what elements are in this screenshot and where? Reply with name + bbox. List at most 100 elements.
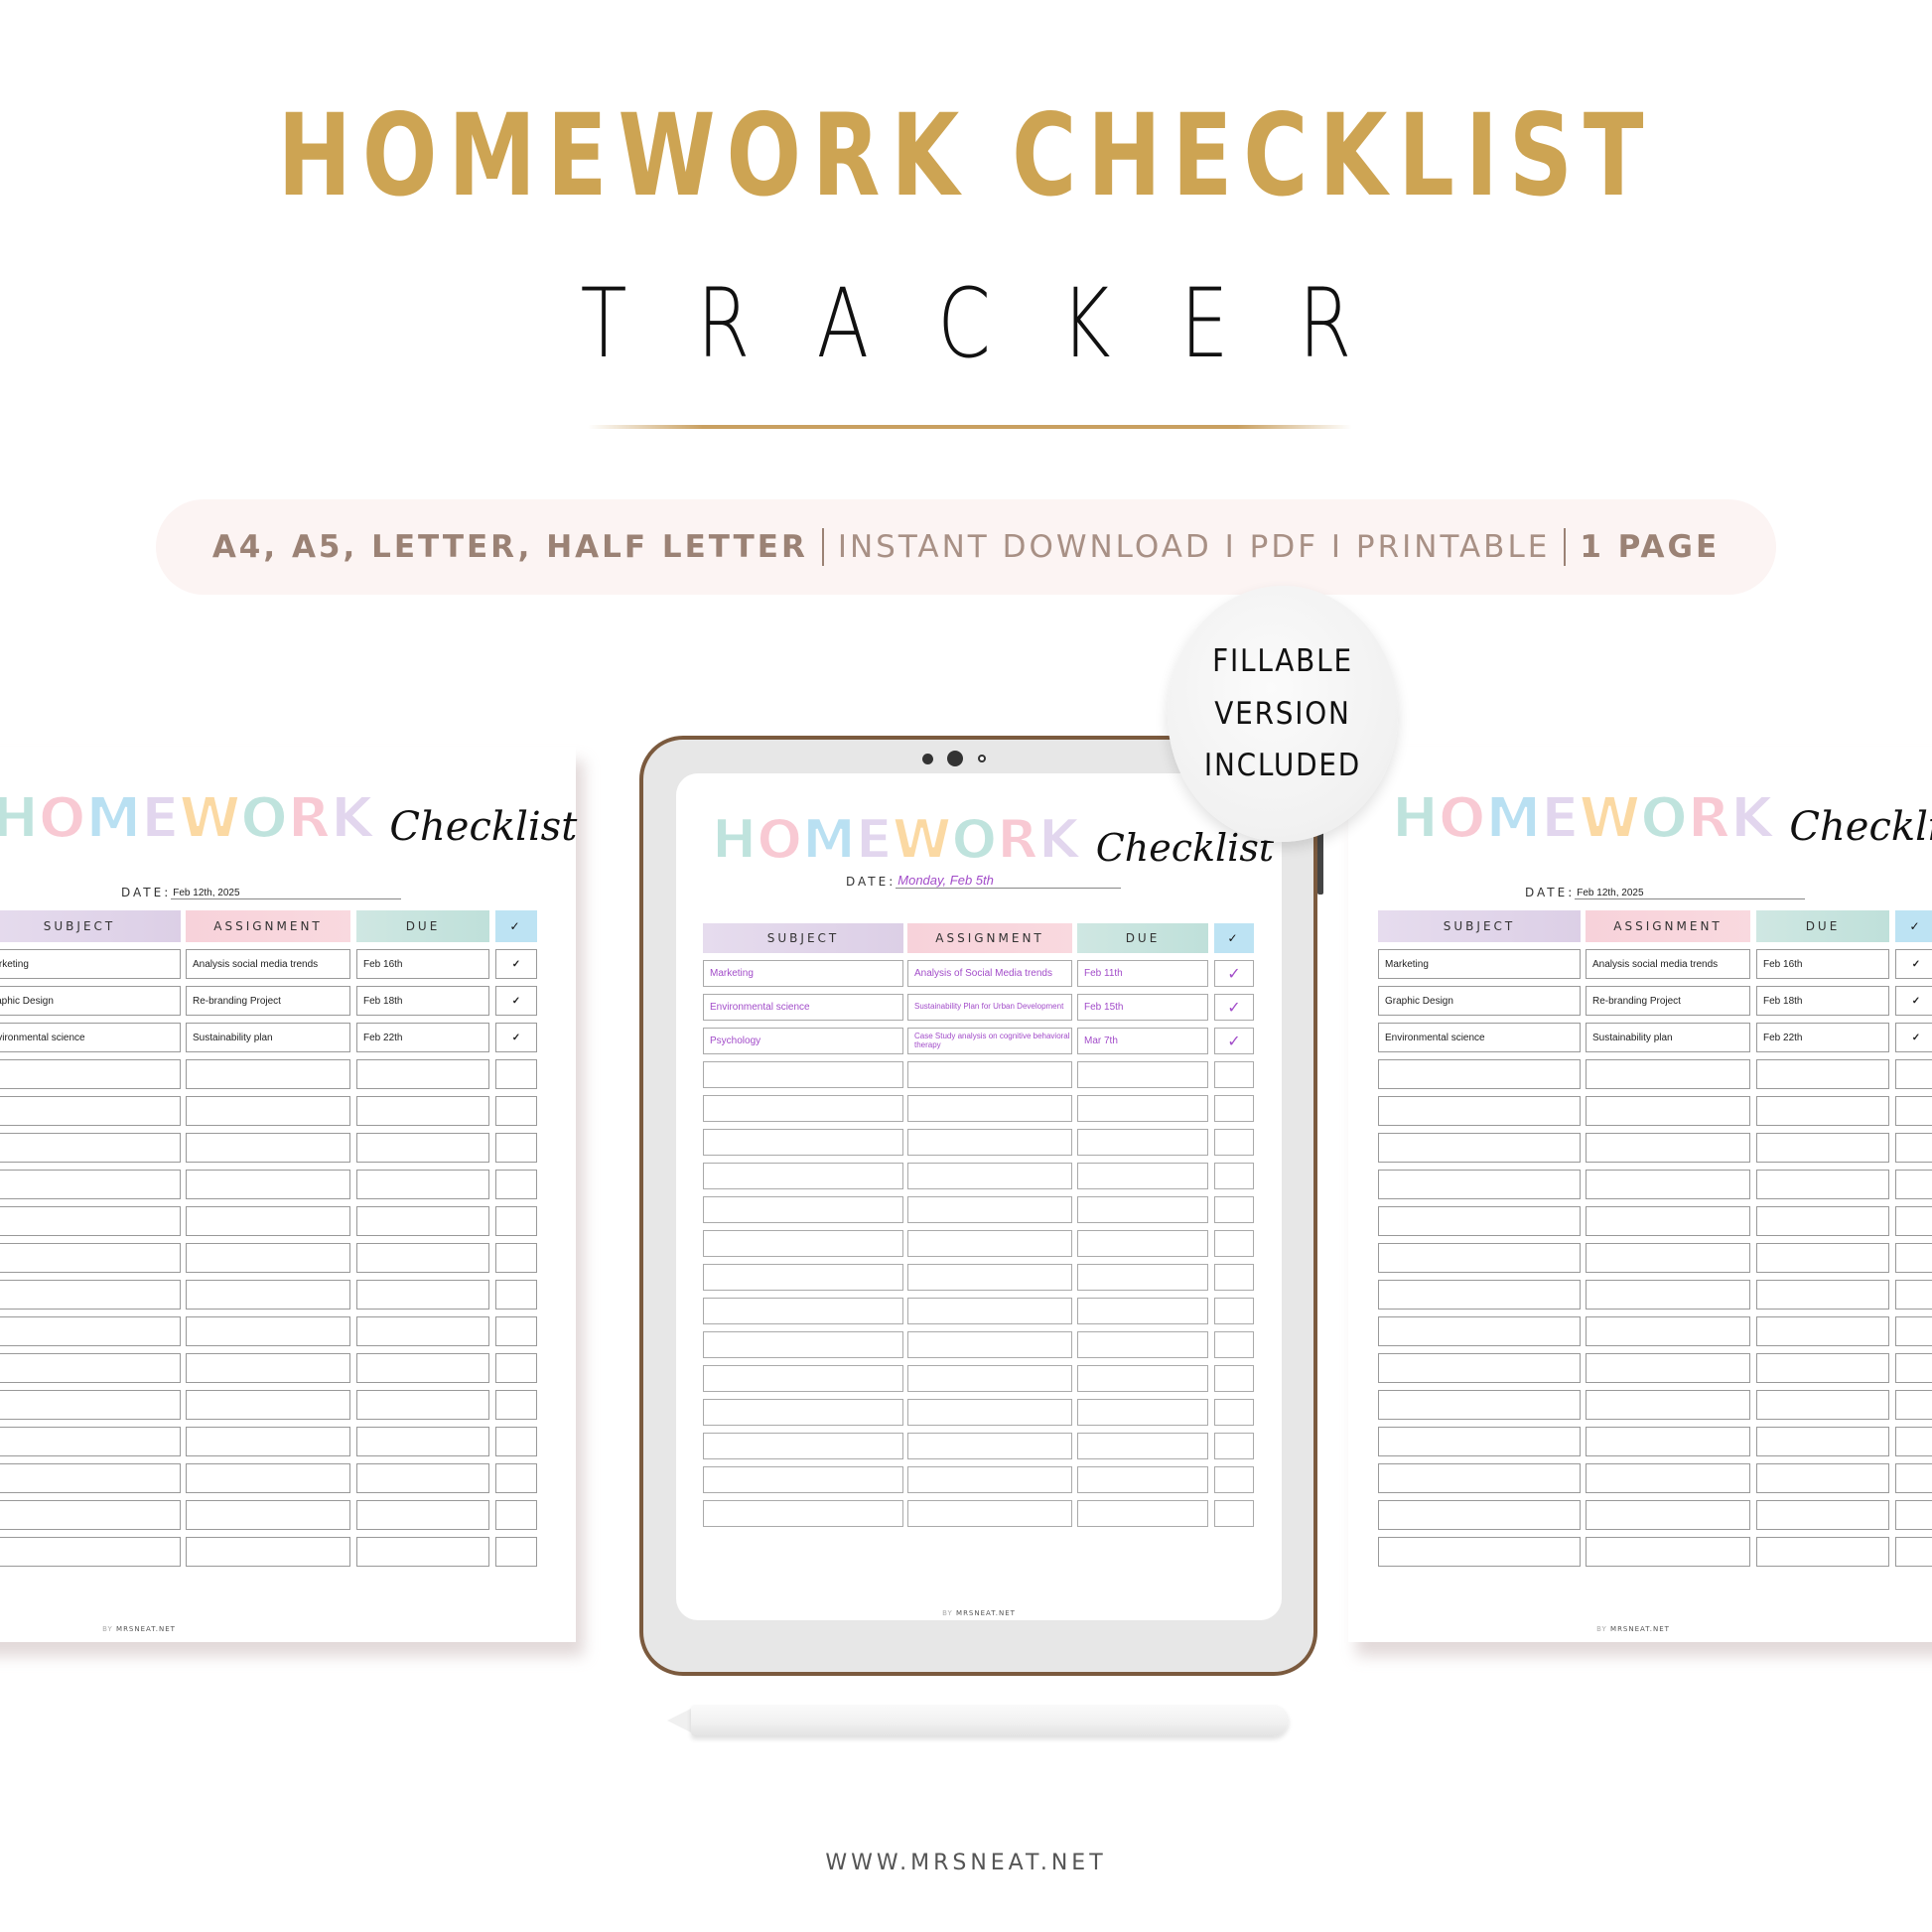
table-row: MarketingAnalysis social media trendsFeb… <box>0 949 537 979</box>
assignment-cell[interactable] <box>907 1061 1072 1088</box>
due-cell[interactable] <box>1077 1365 1208 1392</box>
assignment-cell[interactable] <box>907 1230 1072 1257</box>
assignment-cell[interactable] <box>907 1163 1072 1189</box>
assignment-cell[interactable] <box>907 1196 1072 1223</box>
heading-letter: O <box>756 808 803 871</box>
checkbox[interactable]: ✓ <box>1214 960 1254 987</box>
assignment-cell[interactable] <box>907 1399 1072 1426</box>
table-row <box>0 1170 537 1199</box>
checkbox <box>1895 1463 1932 1493</box>
checkbox[interactable] <box>1214 1230 1254 1257</box>
checkbox <box>1895 1059 1932 1089</box>
assignment-cell[interactable] <box>907 1466 1072 1493</box>
due-cell[interactable] <box>1077 1264 1208 1291</box>
checkbox[interactable] <box>1214 1298 1254 1324</box>
checkbox <box>495 1463 537 1493</box>
subject-cell[interactable] <box>703 1365 903 1392</box>
table-header: SUBJECT ASSIGNMENT DUE ✓ <box>1378 910 1932 942</box>
assignment-cell[interactable] <box>907 1331 1072 1358</box>
assignment-cell[interactable] <box>907 1500 1072 1527</box>
due-cell <box>1756 1353 1889 1383</box>
due-cell[interactable] <box>1077 1500 1208 1527</box>
due-cell[interactable] <box>1077 1433 1208 1459</box>
subject-cell[interactable] <box>703 1331 903 1358</box>
due-cell[interactable] <box>1077 1399 1208 1426</box>
assignment-cell[interactable] <box>907 1095 1072 1122</box>
subject-cell[interactable] <box>703 1163 903 1189</box>
checkbox[interactable] <box>1214 1399 1254 1426</box>
checkbox[interactable] <box>1214 1061 1254 1088</box>
website-url[interactable]: WWW.MRSNEAT.NET <box>0 1851 1932 1875</box>
subject-cell[interactable] <box>703 1500 903 1527</box>
checkbox[interactable] <box>1214 1466 1254 1493</box>
assignment-cell[interactable]: Case Study analysis on cognitive behavio… <box>907 1028 1072 1054</box>
due-cell[interactable]: Mar 7th <box>1077 1028 1208 1054</box>
checkbox[interactable]: ✓ <box>1214 1028 1254 1054</box>
subject-cell[interactable] <box>703 1061 903 1088</box>
subject-cell[interactable] <box>703 1264 903 1291</box>
checkbox[interactable] <box>1214 1331 1254 1358</box>
assignment-cell[interactable]: Analysis of Social Media trends <box>907 960 1072 987</box>
due-cell <box>356 1206 489 1236</box>
assignment-cell[interactable] <box>907 1433 1072 1459</box>
subject-cell[interactable] <box>703 1399 903 1426</box>
table-row <box>1378 1280 1932 1310</box>
tablet-device: HOMEWORK Checklist DATE: Monday, Feb 5th… <box>639 736 1323 1676</box>
assignment-cell[interactable] <box>907 1298 1072 1324</box>
subject-cell[interactable] <box>703 1095 903 1122</box>
subject-cell <box>1378 1243 1581 1273</box>
checklist-table: SUBJECTASSIGNMENTDUE✓MarketingAnalysis s… <box>0 910 537 1567</box>
subject-cell[interactable] <box>703 1230 903 1257</box>
due-cell[interactable]: Feb 11th <box>1077 960 1208 987</box>
checkbox[interactable] <box>1214 1163 1254 1189</box>
table-row <box>703 1466 1254 1493</box>
subject-cell[interactable] <box>703 1196 903 1223</box>
due-cell[interactable] <box>1077 1230 1208 1257</box>
due-cell[interactable] <box>1077 1298 1208 1324</box>
assignment-cell <box>186 1390 350 1420</box>
subject-cell[interactable] <box>703 1433 903 1459</box>
due-header: DUE <box>1077 923 1208 953</box>
subject-cell <box>1378 1133 1581 1163</box>
checkbox[interactable] <box>1214 1433 1254 1459</box>
due-cell[interactable] <box>1077 1331 1208 1358</box>
assignment-cell: Analysis social media trends <box>1586 949 1750 979</box>
due-cell <box>1756 1096 1889 1126</box>
subject-cell[interactable]: Psychology <box>703 1028 903 1054</box>
table-row <box>0 1096 537 1126</box>
planner-heading: HOMEWORK Checklist <box>1391 790 1932 848</box>
assignment-cell[interactable] <box>907 1264 1072 1291</box>
subject-cell[interactable]: Environmental science <box>703 994 903 1021</box>
checkbox[interactable]: ✓ <box>1214 994 1254 1021</box>
assignment-cell[interactable]: Sustainability Plan for Urban Developmen… <box>907 994 1072 1021</box>
due-cell[interactable] <box>1077 1095 1208 1122</box>
due-cell[interactable] <box>1077 1196 1208 1223</box>
due-cell[interactable] <box>1077 1061 1208 1088</box>
subject-cell: Graphic Design <box>0 986 181 1016</box>
checkbox[interactable] <box>1214 1500 1254 1527</box>
assignment-cell[interactable] <box>907 1365 1072 1392</box>
checkbox <box>1895 1353 1932 1383</box>
assignment-cell[interactable] <box>907 1129 1072 1156</box>
assignment-cell <box>1586 1390 1750 1420</box>
checkbox[interactable] <box>1214 1095 1254 1122</box>
due-cell[interactable] <box>1077 1466 1208 1493</box>
heading-letter: O <box>950 808 998 871</box>
table-row <box>703 1399 1254 1426</box>
table-row <box>703 1095 1254 1122</box>
camera-lens-icon <box>947 751 963 766</box>
subject-cell[interactable] <box>703 1466 903 1493</box>
due-cell[interactable] <box>1077 1129 1208 1156</box>
table-row <box>0 1537 537 1567</box>
date-field[interactable]: Monday, Feb 5th <box>896 873 1122 889</box>
subject-cell[interactable]: Marketing <box>703 960 903 987</box>
subject-cell[interactable] <box>703 1129 903 1156</box>
checkbox[interactable] <box>1214 1129 1254 1156</box>
due-cell[interactable]: Feb 15th <box>1077 994 1208 1021</box>
checkbox[interactable] <box>1214 1264 1254 1291</box>
due-cell[interactable] <box>1077 1163 1208 1189</box>
subject-cell[interactable] <box>703 1298 903 1324</box>
date-label: DATE: <box>1525 886 1576 899</box>
checkbox[interactable] <box>1214 1365 1254 1392</box>
checkbox[interactable] <box>1214 1196 1254 1223</box>
